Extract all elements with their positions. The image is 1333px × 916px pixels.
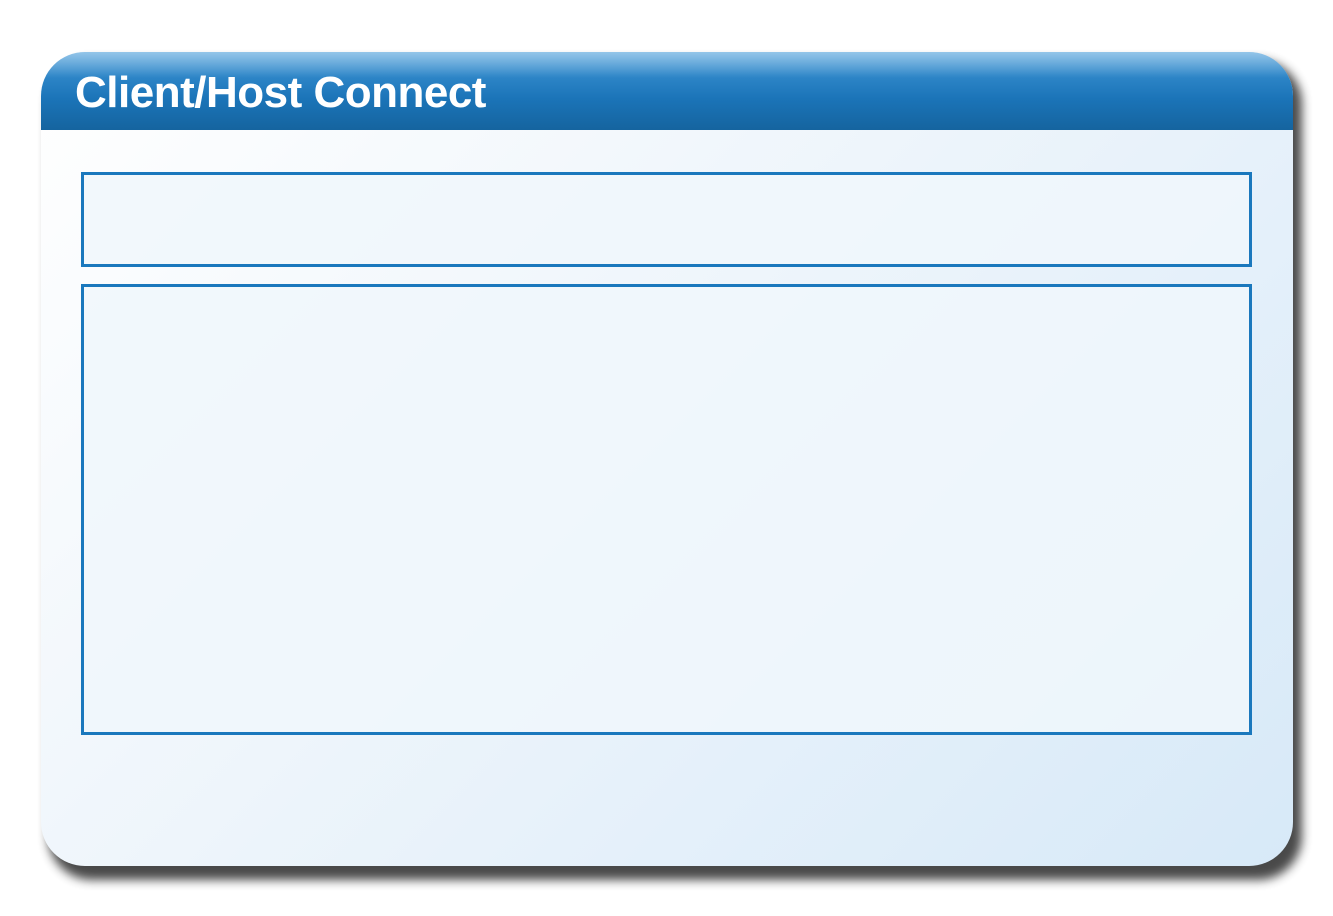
content-panel <box>81 284 1252 735</box>
connection-info-panel <box>81 172 1252 267</box>
client-host-connect-window: Client/Host Connect <box>41 52 1293 866</box>
window-title: Client/Host Connect <box>75 68 486 117</box>
title-bar[interactable]: Client/Host Connect <box>41 52 1293 130</box>
